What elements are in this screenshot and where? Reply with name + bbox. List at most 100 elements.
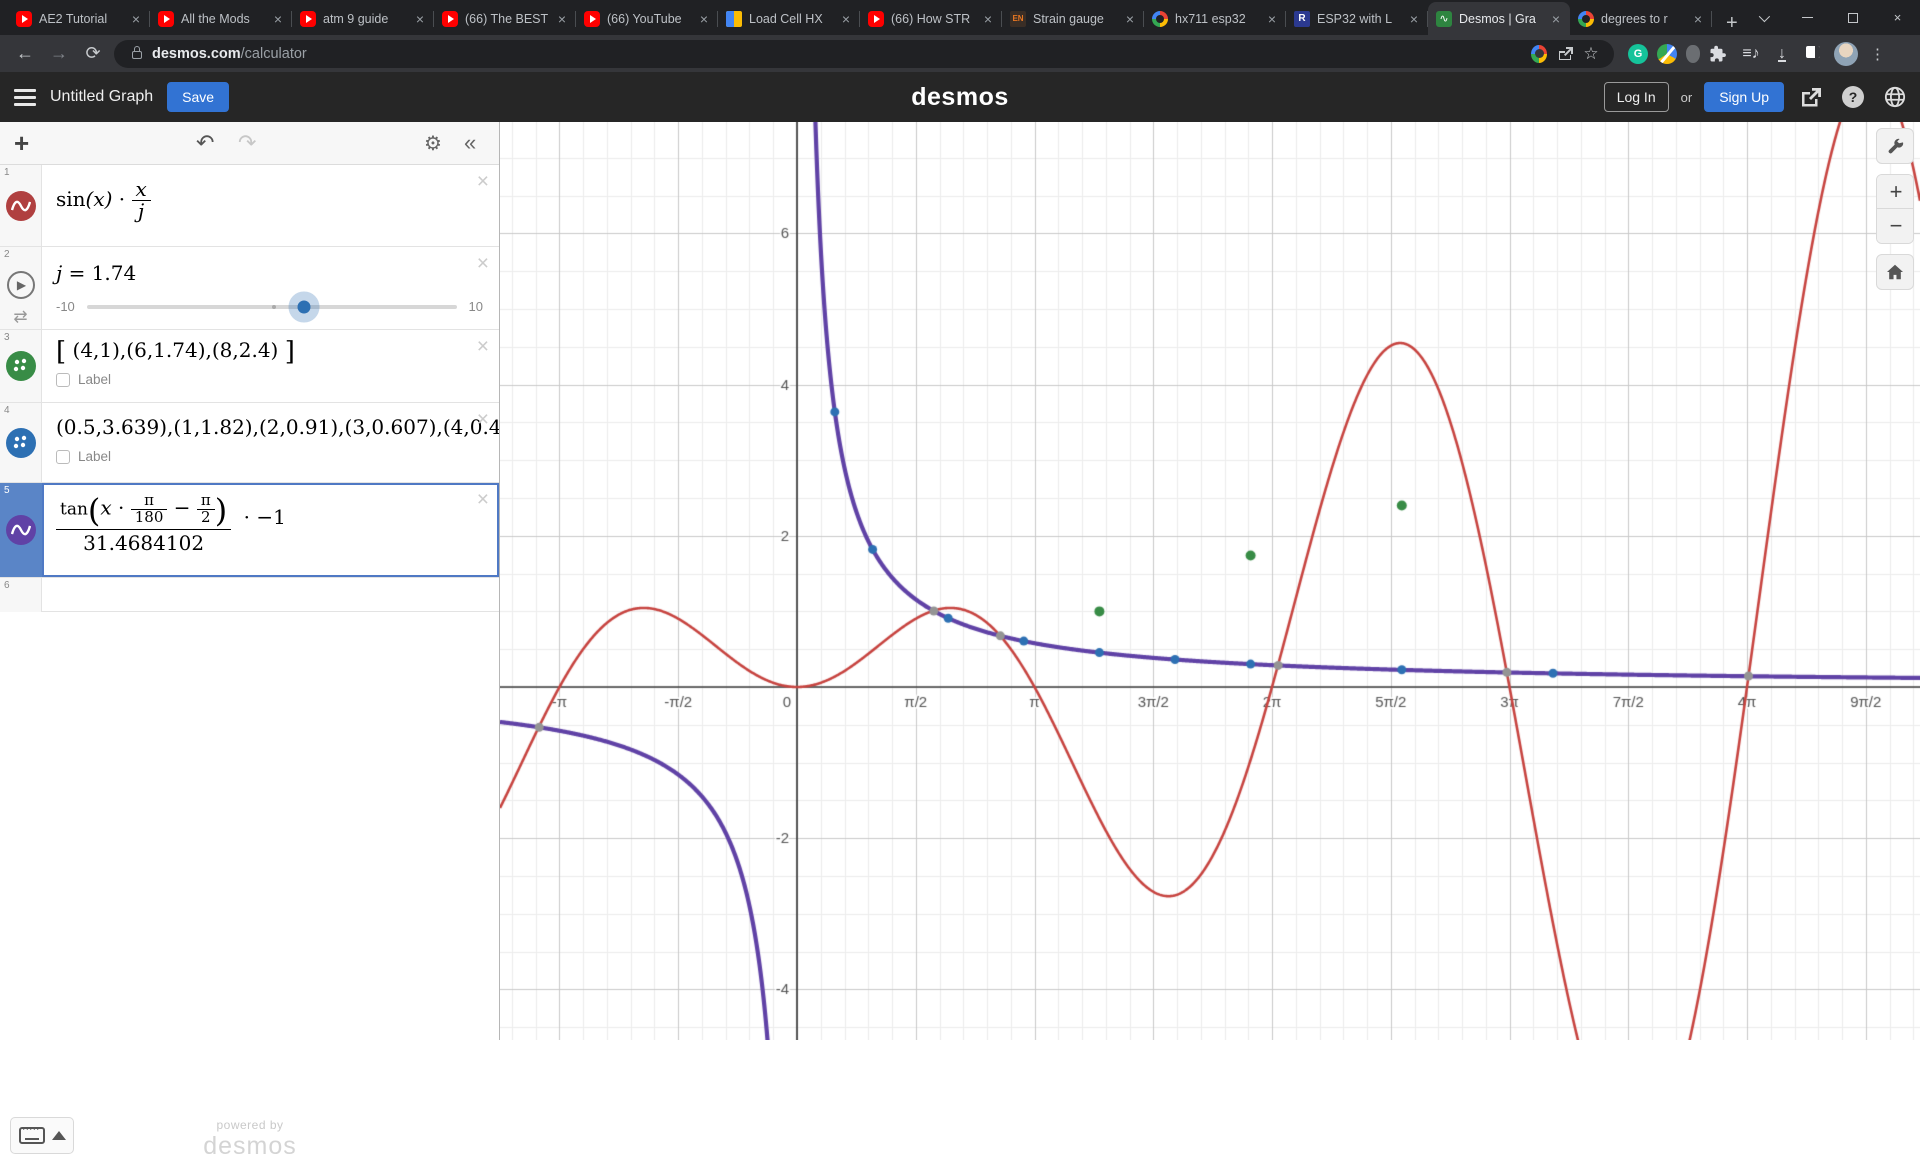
tab-title: Strain gauge bbox=[1033, 12, 1117, 26]
reload-button[interactable]: ⟳ bbox=[76, 39, 110, 69]
browser-tab[interactable]: degrees to r × bbox=[1570, 2, 1712, 35]
expression-input-6[interactable] bbox=[42, 578, 499, 611]
delete-expression-icon[interactable]: × bbox=[477, 336, 489, 357]
browser-tab[interactable]: (66) How STR× bbox=[860, 2, 1002, 35]
sign-up-button[interactable]: Sign Up bbox=[1704, 82, 1784, 112]
play-slider-icon[interactable]: ▶ bbox=[7, 271, 35, 299]
share-graph-icon[interactable] bbox=[1796, 82, 1826, 112]
grammarly-icon[interactable]: G bbox=[1628, 44, 1648, 64]
delete-expression-icon[interactable]: × bbox=[477, 489, 489, 510]
hamburger-menu-icon[interactable] bbox=[14, 89, 36, 106]
browser-tab[interactable]: All the Mods× bbox=[150, 2, 292, 35]
tab-close-icon[interactable]: × bbox=[1550, 11, 1562, 27]
google-favicon-icon bbox=[1152, 11, 1168, 27]
collapse-panel-button[interactable]: « bbox=[464, 130, 476, 156]
tab-close-icon[interactable]: × bbox=[982, 11, 994, 27]
delete-expression-icon[interactable]: × bbox=[477, 409, 489, 430]
tab-close-icon[interactable]: × bbox=[1692, 11, 1704, 27]
expression-input-2[interactable]: j = 1.74 -10 10 × bbox=[42, 247, 499, 329]
label-checkbox[interactable] bbox=[56, 373, 70, 387]
browser-tab[interactable]: hx711 esp32× bbox=[1144, 2, 1286, 35]
tab-close-icon[interactable]: × bbox=[1266, 11, 1278, 27]
tab-close-icon[interactable]: × bbox=[556, 11, 568, 27]
extensions-puzzle-icon[interactable] bbox=[1709, 45, 1731, 63]
browser-tab[interactable]: ∿ Desmos | Gra × bbox=[1428, 2, 1570, 35]
expression-input-3[interactable]: [ (4,1),(6,1.74),(8,2.4) ] Label × bbox=[42, 330, 499, 402]
default-zoom-home-icon[interactable] bbox=[1876, 254, 1914, 290]
row-index: 4 bbox=[4, 405, 10, 416]
slider-loop-icon[interactable]: ⇄ bbox=[13, 307, 27, 327]
download-icon[interactable]: ↓ bbox=[1771, 45, 1793, 63]
slider-max[interactable]: 10 bbox=[469, 299, 483, 314]
browser-tab[interactable]: EN Strain gauge × bbox=[1002, 2, 1144, 35]
google-icon[interactable] bbox=[1526, 45, 1552, 63]
desmos-favicon-icon: ∿ bbox=[1436, 11, 1452, 27]
language-globe-icon[interactable] bbox=[1880, 82, 1910, 112]
curve-color-icon[interactable] bbox=[6, 191, 36, 221]
side-panel-icon[interactable] bbox=[1802, 45, 1824, 63]
save-button[interactable]: Save bbox=[167, 82, 229, 112]
forward-button[interactable]: → bbox=[42, 39, 76, 69]
tab-title: degrees to r bbox=[1601, 12, 1685, 26]
zoom-out-button[interactable]: − bbox=[1877, 209, 1914, 243]
expression-gutter-6: 6 bbox=[0, 578, 42, 612]
tab-close-icon[interactable]: × bbox=[698, 11, 710, 27]
points-color-icon[interactable] bbox=[6, 351, 36, 381]
label-checkbox[interactable] bbox=[56, 450, 70, 464]
url-bar[interactable]: desmos.com/calculator ☆ bbox=[114, 40, 1614, 68]
browser-tab[interactable]: RESP32 with L× bbox=[1286, 2, 1428, 35]
expression-row-2: 2 ▶ ⇄ j = 1.74 -10 10 × bbox=[0, 247, 499, 330]
close-button[interactable]: × bbox=[1875, 0, 1920, 35]
browser-tab[interactable]: atm 9 guide × bbox=[292, 2, 434, 35]
slider-track[interactable] bbox=[87, 305, 457, 309]
slider-zero-tick bbox=[272, 305, 276, 309]
undo-button[interactable]: ↶ bbox=[196, 130, 214, 156]
expression-input-4[interactable]: (0.5,3.639),(1,1.82),(2,0.91),(3,0.607),… bbox=[42, 403, 499, 482]
tab-close-icon[interactable]: × bbox=[414, 11, 426, 27]
tab-title: (66) The BEST bbox=[465, 12, 549, 26]
profile-avatar[interactable] bbox=[1834, 42, 1858, 66]
delete-expression-icon[interactable]: × bbox=[477, 171, 489, 192]
browser-menu-kebab-icon[interactable]: ⋮ bbox=[1858, 45, 1895, 63]
tab-close-icon[interactable]: × bbox=[840, 11, 852, 27]
graph-settings-wrench-icon[interactable] bbox=[1876, 128, 1914, 164]
share-icon[interactable] bbox=[1552, 46, 1578, 61]
youtube-favicon-icon bbox=[442, 11, 458, 27]
tab-title: atm 9 guide bbox=[323, 12, 407, 26]
tab-search-chevron-icon[interactable] bbox=[1740, 0, 1785, 35]
expression-input-1[interactable]: sin(x) · xj × bbox=[42, 165, 499, 246]
expression-input-5[interactable]: tan(x · π180 − π2) 31.4684102 · −1 × bbox=[42, 483, 499, 577]
graph-canvas[interactable] bbox=[500, 122, 1920, 1040]
tab-close-icon[interactable]: × bbox=[130, 11, 142, 27]
zoom-in-button[interactable]: + bbox=[1877, 175, 1914, 209]
maximize-button[interactable] bbox=[1830, 0, 1875, 35]
browser-tab[interactable]: Load Cell HX× bbox=[718, 2, 860, 35]
tab-close-icon[interactable]: × bbox=[272, 11, 284, 27]
browser-tab[interactable]: AE2 Tutorial× bbox=[8, 2, 150, 35]
slider-handle[interactable] bbox=[297, 300, 310, 313]
curve-color-icon[interactable] bbox=[6, 515, 36, 545]
graph-title[interactable]: Untitled Graph bbox=[50, 88, 153, 106]
playlist-icon[interactable]: ≡♪ bbox=[1740, 45, 1762, 63]
tab-close-icon[interactable]: × bbox=[1408, 11, 1420, 27]
delete-expression-icon[interactable]: × bbox=[477, 253, 489, 274]
back-button[interactable]: ← bbox=[8, 39, 42, 69]
bookmark-star-icon[interactable]: ☆ bbox=[1578, 44, 1604, 64]
log-in-button[interactable]: Log In bbox=[1604, 82, 1669, 112]
en-favicon-icon: EN bbox=[1010, 11, 1026, 27]
tab-title: Desmos | Gra bbox=[1459, 12, 1543, 26]
browser-tab[interactable]: (66) The BEST × bbox=[434, 2, 576, 35]
browser-tab[interactable]: (66) YouTube× bbox=[576, 2, 718, 35]
points-color-icon[interactable] bbox=[6, 428, 36, 458]
redo-button[interactable]: ↷ bbox=[238, 130, 256, 156]
tab-close-icon[interactable]: × bbox=[1124, 11, 1136, 27]
colorful-extension-icon[interactable] bbox=[1657, 44, 1677, 64]
help-icon[interactable]: ? bbox=[1838, 82, 1868, 112]
minimize-button[interactable] bbox=[1785, 0, 1830, 35]
bug-extension-icon[interactable] bbox=[1686, 45, 1700, 63]
expression-toolbar: + ↶ ↷ ⚙ « bbox=[0, 122, 499, 165]
show-keyboard-button[interactable] bbox=[10, 1117, 74, 1154]
slider-min[interactable]: -10 bbox=[56, 299, 75, 314]
add-expression-button[interactable]: + bbox=[0, 128, 43, 159]
edit-list-gear-icon[interactable]: ⚙ bbox=[424, 131, 442, 156]
